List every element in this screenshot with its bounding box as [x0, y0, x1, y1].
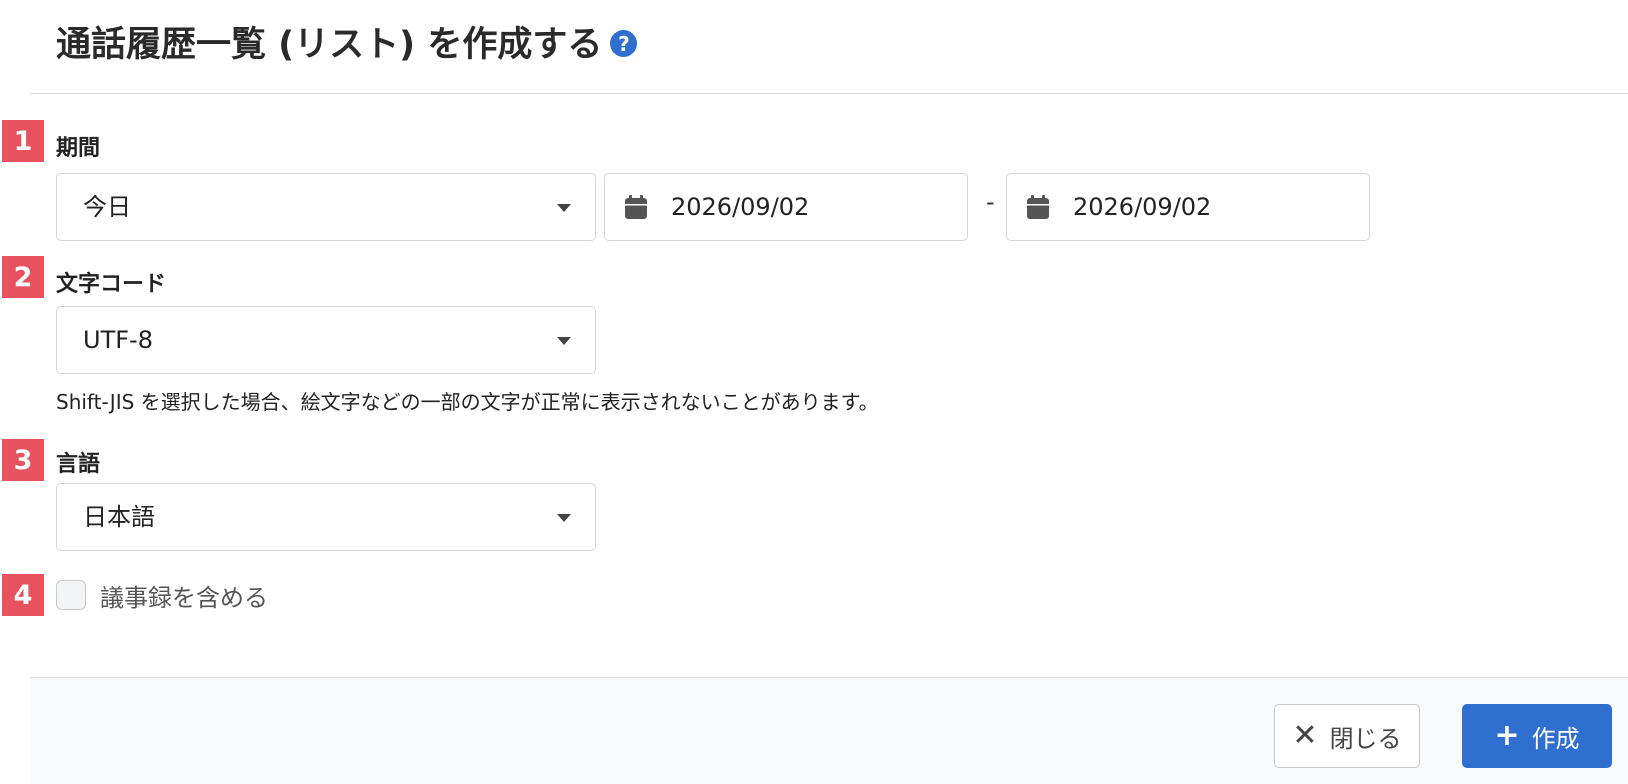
step-badge-2: 2 [2, 256, 44, 298]
period-label: 期間 [56, 136, 101, 161]
period-select-value: 今日 [83, 193, 131, 221]
encoding-select-value: UTF-8 [83, 326, 153, 354]
encoding-select[interactable]: UTF-8 [56, 306, 596, 374]
create-button-label: 作成 [1531, 724, 1580, 753]
dialog-footer: ✕ 閉じる + 作成 [30, 677, 1628, 784]
encoding-note: Shift-JIS を選択した場合、絵文字などの一部の文字が正常に表示されないこ… [56, 390, 879, 414]
calendar-icon [1027, 195, 1049, 219]
caret-down-icon [557, 204, 571, 212]
step-badge-1: 1 [2, 120, 44, 162]
end-date-input[interactable]: 2026/09/02 [1006, 173, 1370, 241]
plus-icon: + [1494, 718, 1520, 753]
step-badge-4: 4 [2, 574, 44, 616]
dialog-title: 通話履歴一覧 (リスト) を作成する ? [56, 16, 638, 67]
help-icon[interactable]: ? [610, 30, 638, 57]
close-button-label: 閉じる [1329, 724, 1402, 753]
include-minutes-label[interactable]: 議事録を含める [100, 578, 268, 613]
close-button[interactable]: ✕ 閉じる [1274, 704, 1420, 768]
language-label: 言語 [56, 452, 101, 477]
caret-down-icon [557, 337, 571, 345]
encoding-label: 文字コード [56, 272, 167, 297]
language-select[interactable]: 日本語 [56, 483, 596, 551]
create-button[interactable]: + 作成 [1462, 704, 1612, 768]
start-date-input[interactable]: 2026/09/02 [604, 173, 968, 241]
date-range-separator: - [986, 188, 995, 216]
dialog-title-text: 通話履歴一覧 (リスト) を作成する [56, 25, 603, 65]
end-date-value: 2026/09/02 [1073, 193, 1212, 221]
create-call-history-dialog: 通話履歴一覧 (リスト) を作成する ? 1 期間 今日 2026/09/02 … [0, 0, 1628, 784]
step-badge-3: 3 [2, 439, 44, 481]
caret-down-icon [557, 514, 571, 522]
include-minutes-checkbox[interactable] [56, 580, 86, 610]
dialog-header: 通話履歴一覧 (リスト) を作成する ? [30, 0, 1628, 94]
calendar-icon [625, 195, 647, 219]
start-date-value: 2026/09/02 [671, 193, 810, 221]
language-select-value: 日本語 [83, 503, 155, 531]
period-select[interactable]: 今日 [56, 173, 596, 241]
x-icon: ✕ [1292, 718, 1318, 753]
